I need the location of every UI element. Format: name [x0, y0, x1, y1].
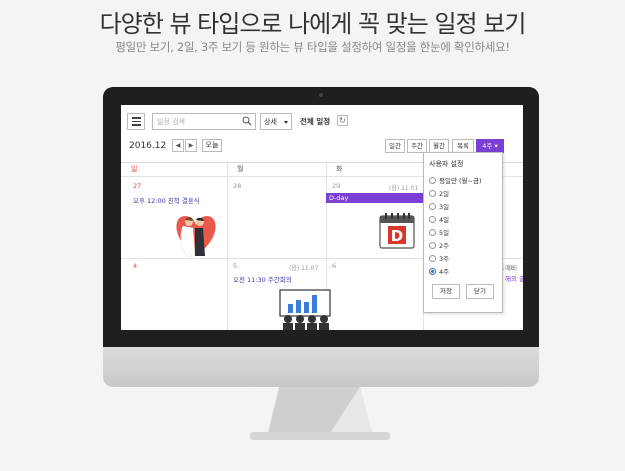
- option-4days[interactable]: 4일: [429, 214, 449, 224]
- option-label: 4일: [439, 216, 450, 224]
- detail-label: 상세: [264, 118, 277, 126]
- lunar-date: (음) 11.07: [289, 265, 319, 272]
- option-label: 3주: [439, 255, 450, 263]
- option-label: 4주: [439, 268, 450, 276]
- cell-date[interactable]: 4: [133, 262, 137, 270]
- calendar-screen: 일정 검색 상세 전체 일정 ↻ 2016.12 ◀ ▶ 오늘 일간 주간 월간…: [121, 105, 523, 330]
- partial-cell-text: 예배: [505, 264, 517, 272]
- dday-icon-letter: D: [391, 227, 403, 245]
- radio-button[interactable]: [429, 215, 436, 223]
- cell-date[interactable]: 27: [133, 182, 141, 190]
- cell-date[interactable]: 29: [332, 182, 340, 190]
- close-button[interactable]: 닫기: [466, 284, 494, 299]
- event-meeting[interactable]: 오전 11:30 주간회의: [233, 274, 292, 284]
- detail-dropdown[interactable]: 상세: [260, 113, 292, 130]
- option-2days[interactable]: 2일: [429, 188, 449, 198]
- option-label: 평일만 (월~금): [439, 177, 482, 185]
- today-button[interactable]: 오늘: [202, 139, 222, 152]
- radio-button[interactable]: [429, 189, 436, 197]
- wedding-couple-illustration: [176, 216, 216, 257]
- view-list-button[interactable]: 목록: [452, 139, 474, 153]
- event-dday[interactable]: D-day: [326, 193, 423, 203]
- option-weekdays[interactable]: 평일만 (월~금): [429, 175, 481, 185]
- day-header-sun: 일: [131, 165, 138, 173]
- option-label: 2주: [439, 242, 450, 250]
- option-3days[interactable]: 3일: [429, 201, 449, 211]
- current-month: 2016.12: [129, 141, 167, 151]
- option-2weeks[interactable]: 2주: [429, 240, 449, 250]
- next-button[interactable]: ▶: [185, 139, 197, 152]
- radio-button[interactable]: [429, 202, 436, 210]
- chevron-down-icon: [284, 121, 288, 124]
- prev-button[interactable]: ◀: [172, 139, 184, 152]
- option-label: 5일: [439, 229, 450, 237]
- popup-title: 사용자 설정: [429, 160, 464, 168]
- lunar-date: (음) 11.01: [389, 185, 419, 192]
- option-label: 3일: [439, 203, 450, 211]
- cell-date[interactable]: 6: [332, 262, 336, 270]
- search-placeholder: 일정 검색: [157, 118, 185, 126]
- cell-date[interactable]: 5: [233, 262, 237, 270]
- cell-date[interactable]: 28: [233, 182, 241, 190]
- day-header-tue: 화: [336, 165, 343, 173]
- search-icon[interactable]: [242, 116, 252, 126]
- event-wedding[interactable]: 오후 12:00 친척 결혼식: [133, 195, 200, 205]
- view-4week-button[interactable]: 4주 ▾: [476, 139, 504, 153]
- save-button[interactable]: 저장: [432, 284, 460, 299]
- view-day-button[interactable]: 일간: [385, 139, 405, 153]
- menu-button[interactable]: [127, 113, 145, 130]
- partial-event[interactable]: 해외 출장: [505, 273, 523, 283]
- user-settings-popup: 사용자 설정 평일만 (월~금) 2일 3일 4일 5일 2주 3주 4주 저장…: [423, 152, 503, 313]
- option-3weeks[interactable]: 3주: [429, 253, 449, 263]
- refresh-icon[interactable]: ↻: [337, 115, 348, 126]
- radio-button[interactable]: [429, 241, 436, 249]
- dday-calendar-icon: D: [379, 213, 415, 249]
- option-label: 2일: [439, 190, 450, 198]
- all-schedules-label: 전체 일정: [300, 117, 331, 126]
- day-header-mon: 월: [237, 165, 244, 173]
- option-4weeks[interactable]: 4주: [429, 266, 449, 276]
- view-month-button[interactable]: 월간: [429, 139, 449, 153]
- radio-button-selected[interactable]: [429, 267, 436, 275]
- search-input[interactable]: 일정 검색: [152, 113, 256, 130]
- radio-button[interactable]: [429, 176, 436, 184]
- option-5days[interactable]: 5일: [429, 227, 449, 237]
- radio-button[interactable]: [429, 254, 436, 262]
- view-week-button[interactable]: 주간: [407, 139, 427, 153]
- radio-button[interactable]: [429, 228, 436, 236]
- meeting-presentation-illustration: [279, 289, 331, 330]
